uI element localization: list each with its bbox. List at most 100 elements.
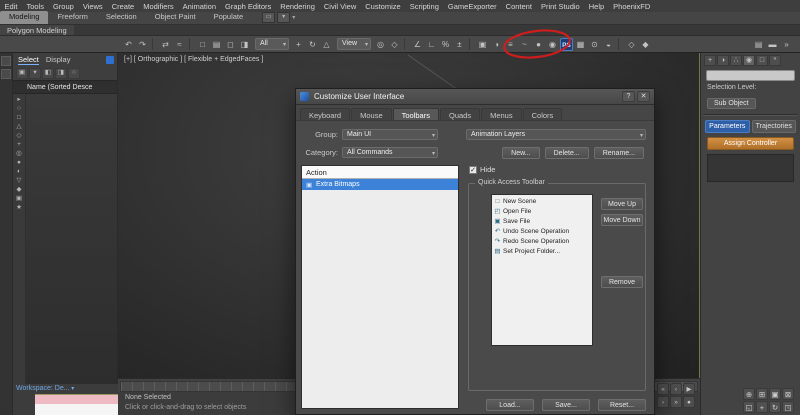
display-none-icon[interactable]: ○ bbox=[14, 104, 24, 113]
menu-item[interactable]: Print Studio bbox=[536, 2, 584, 11]
zoom-region-icon[interactable]: ◱ bbox=[743, 401, 755, 413]
play-animation-icon[interactable]: ▶ bbox=[683, 383, 695, 395]
window-crossing-icon[interactable]: ◨ bbox=[238, 38, 251, 51]
snaps-toggle-icon[interactable]: ∠ bbox=[411, 38, 424, 51]
menu-item[interactable]: Tools bbox=[22, 2, 49, 11]
modify-tab-icon[interactable]: ◑ bbox=[717, 55, 729, 66]
dialog-tab[interactable]: Quads bbox=[439, 108, 481, 120]
dialog-tab[interactable]: Menus bbox=[481, 108, 522, 120]
help-button[interactable]: ? bbox=[622, 91, 635, 102]
phoenix-toolbar-icon[interactable]: ◆ bbox=[639, 38, 652, 51]
select-and-move-icon[interactable]: + bbox=[292, 38, 305, 51]
display-xrefs-icon[interactable]: ▽ bbox=[14, 176, 24, 185]
toolbar-overflow-icon[interactable]: » bbox=[780, 38, 793, 51]
mirror-icon[interactable]: ◑ bbox=[490, 38, 503, 51]
motion-tab-icon[interactable]: ◉ bbox=[743, 55, 755, 66]
display-cameras-icon[interactable]: + bbox=[14, 140, 24, 149]
menu-item[interactable]: Civil View bbox=[319, 2, 360, 11]
display-tab-icon[interactable]: □ bbox=[756, 55, 768, 66]
quick-access-item[interactable]: ▤ Set Project Folder... bbox=[492, 246, 592, 256]
zoom-extents-icon[interactable]: ▣ bbox=[769, 388, 781, 400]
filter-combo-icon[interactable]: ▾ bbox=[29, 68, 41, 79]
rectangular-selection-region-icon[interactable]: ◻ bbox=[224, 38, 237, 51]
menu-item[interactable]: Modifiers bbox=[139, 2, 178, 11]
maxscript-macro-recorder-row[interactable] bbox=[35, 394, 118, 404]
zoom-extents-all-icon[interactable]: ⊠ bbox=[782, 388, 794, 400]
display-spacewarps-icon[interactable]: ● bbox=[14, 158, 24, 167]
quick-access-item[interactable]: □ New Scene bbox=[492, 196, 592, 206]
go-to-end-icon[interactable]: » bbox=[670, 396, 682, 408]
percent-snap-icon[interactable]: % bbox=[439, 38, 452, 51]
ribbon-tab[interactable]: Selection bbox=[97, 11, 146, 24]
rendered-frame-window-icon[interactable]: ▦ bbox=[574, 38, 587, 51]
menu-item[interactable]: Animation bbox=[178, 2, 220, 11]
quick-access-listbox[interactable]: □ New Scene ◰ Open File ▣ Save File ↶ Un… bbox=[491, 194, 593, 346]
selection-filter-combo[interactable]: All bbox=[255, 38, 289, 50]
reset-button[interactable]: Reset... bbox=[598, 399, 646, 411]
menu-item[interactable]: Create bbox=[107, 2, 139, 11]
chevron-down-icon[interactable]: ▾ bbox=[292, 14, 295, 21]
viewport-layout-tab-icon[interactable] bbox=[1, 56, 11, 66]
layer-explorer-icon[interactable]: ▤ bbox=[752, 38, 765, 51]
align-icon[interactable]: ≡ bbox=[504, 38, 517, 51]
pan-view-icon[interactable]: + bbox=[756, 401, 768, 413]
close-icon[interactable]: ✕ bbox=[637, 91, 650, 102]
dialog-title-bar[interactable]: Customize User Interface ? ✕ bbox=[296, 89, 654, 105]
next-frame-icon[interactable]: › bbox=[657, 396, 669, 408]
quick-access-item[interactable]: ↷ Redo Scene Operation bbox=[492, 236, 592, 246]
quick-access-item[interactable]: ◰ Open File bbox=[492, 206, 592, 216]
menu-item[interactable]: Content bbox=[501, 2, 536, 11]
ribbon-tab[interactable]: Modeling bbox=[0, 11, 49, 24]
menu-item[interactable]: Customize bbox=[361, 2, 405, 11]
edit-named-selection-sets-icon[interactable]: ▣ bbox=[476, 38, 489, 51]
curve-editor-icon[interactable]: ~ bbox=[518, 38, 531, 51]
display-containers-icon[interactable]: ▣ bbox=[14, 194, 24, 203]
reference-coordinate-system-combo[interactable]: View bbox=[337, 38, 371, 50]
menu-item[interactable]: Graph Editors bbox=[221, 2, 276, 11]
menu-item[interactable]: Views bbox=[78, 2, 107, 11]
key-mode-toggle-icon[interactable]: ● bbox=[683, 396, 695, 408]
photoshop-badge-icon[interactable]: PS bbox=[560, 37, 573, 51]
display-lights-icon[interactable]: ◇ bbox=[14, 131, 24, 140]
hide-checkbox[interactable]: ✓ bbox=[469, 165, 477, 174]
menu-item[interactable]: Help bbox=[584, 2, 608, 11]
sub-object-button[interactable]: Sub Object bbox=[707, 98, 756, 109]
zoom-all-icon[interactable]: ⊞ bbox=[756, 388, 768, 400]
display-bones-icon[interactable]: ◆ bbox=[14, 185, 24, 194]
lock-selection-icon[interactable]: ▣ bbox=[16, 68, 28, 79]
orbit-icon[interactable]: ↻ bbox=[769, 401, 781, 413]
display-groups-icon[interactable]: ◐ bbox=[14, 167, 24, 176]
ribbon-tab[interactable]: Populate bbox=[205, 11, 253, 24]
dialog-tab[interactable]: Mouse bbox=[351, 108, 392, 120]
material-editor-icon[interactable]: ● bbox=[532, 38, 545, 51]
dialog-tab[interactable]: Keyboard bbox=[300, 108, 351, 120]
scene-explorer-tree[interactable] bbox=[26, 94, 117, 384]
display-materials-icon[interactable]: ★ bbox=[14, 203, 24, 212]
workspace-selector[interactable]: Workspace: De... bbox=[16, 385, 74, 392]
search-icon[interactable]: ○ bbox=[68, 68, 80, 79]
load-button[interactable]: Load... bbox=[486, 399, 534, 411]
viewport-layout-tab-icon[interactable] bbox=[1, 69, 11, 79]
select-and-link-icon[interactable]: ⇄ bbox=[159, 38, 172, 51]
trajectories-button[interactable]: Trajectories bbox=[751, 120, 796, 133]
menu-item[interactable]: Scripting bbox=[405, 2, 443, 11]
angle-snap-icon[interactable]: ∟ bbox=[425, 38, 438, 51]
toolbar-manage-button[interactable]: New... bbox=[502, 147, 540, 159]
menu-item[interactable]: Rendering bbox=[276, 2, 320, 11]
select-and-rotate-icon[interactable]: ↻ bbox=[306, 38, 319, 51]
ribbon-panel-polygon-modeling[interactable]: Polygon Modeling bbox=[0, 25, 74, 35]
scene-explorer-tab[interactable]: Select bbox=[18, 55, 39, 65]
utilities-tab-icon[interactable]: * bbox=[769, 55, 781, 66]
spinner-snap-icon[interactable]: ± bbox=[453, 38, 466, 51]
previous-frame-icon[interactable]: ‹ bbox=[670, 383, 682, 395]
toolbar-manage-button[interactable]: Delete... bbox=[544, 147, 589, 159]
dialog-tab[interactable]: Colors bbox=[522, 108, 563, 120]
quick-access-item[interactable]: ▣ Save File bbox=[492, 216, 592, 226]
viewport-label[interactable]: [+] [ Orthographic ] [ Flexible + EdgedF… bbox=[124, 56, 263, 63]
display-shapes-icon[interactable]: △ bbox=[14, 122, 24, 131]
maximize-viewport-toggle-icon[interactable]: ◳ bbox=[782, 401, 794, 413]
remove-button[interactable]: Remove bbox=[601, 276, 643, 288]
save-button[interactable]: Save... bbox=[542, 399, 590, 411]
move-up-button[interactable]: Move Up bbox=[601, 198, 643, 210]
menu-item[interactable]: PhoenixFD bbox=[609, 2, 655, 11]
